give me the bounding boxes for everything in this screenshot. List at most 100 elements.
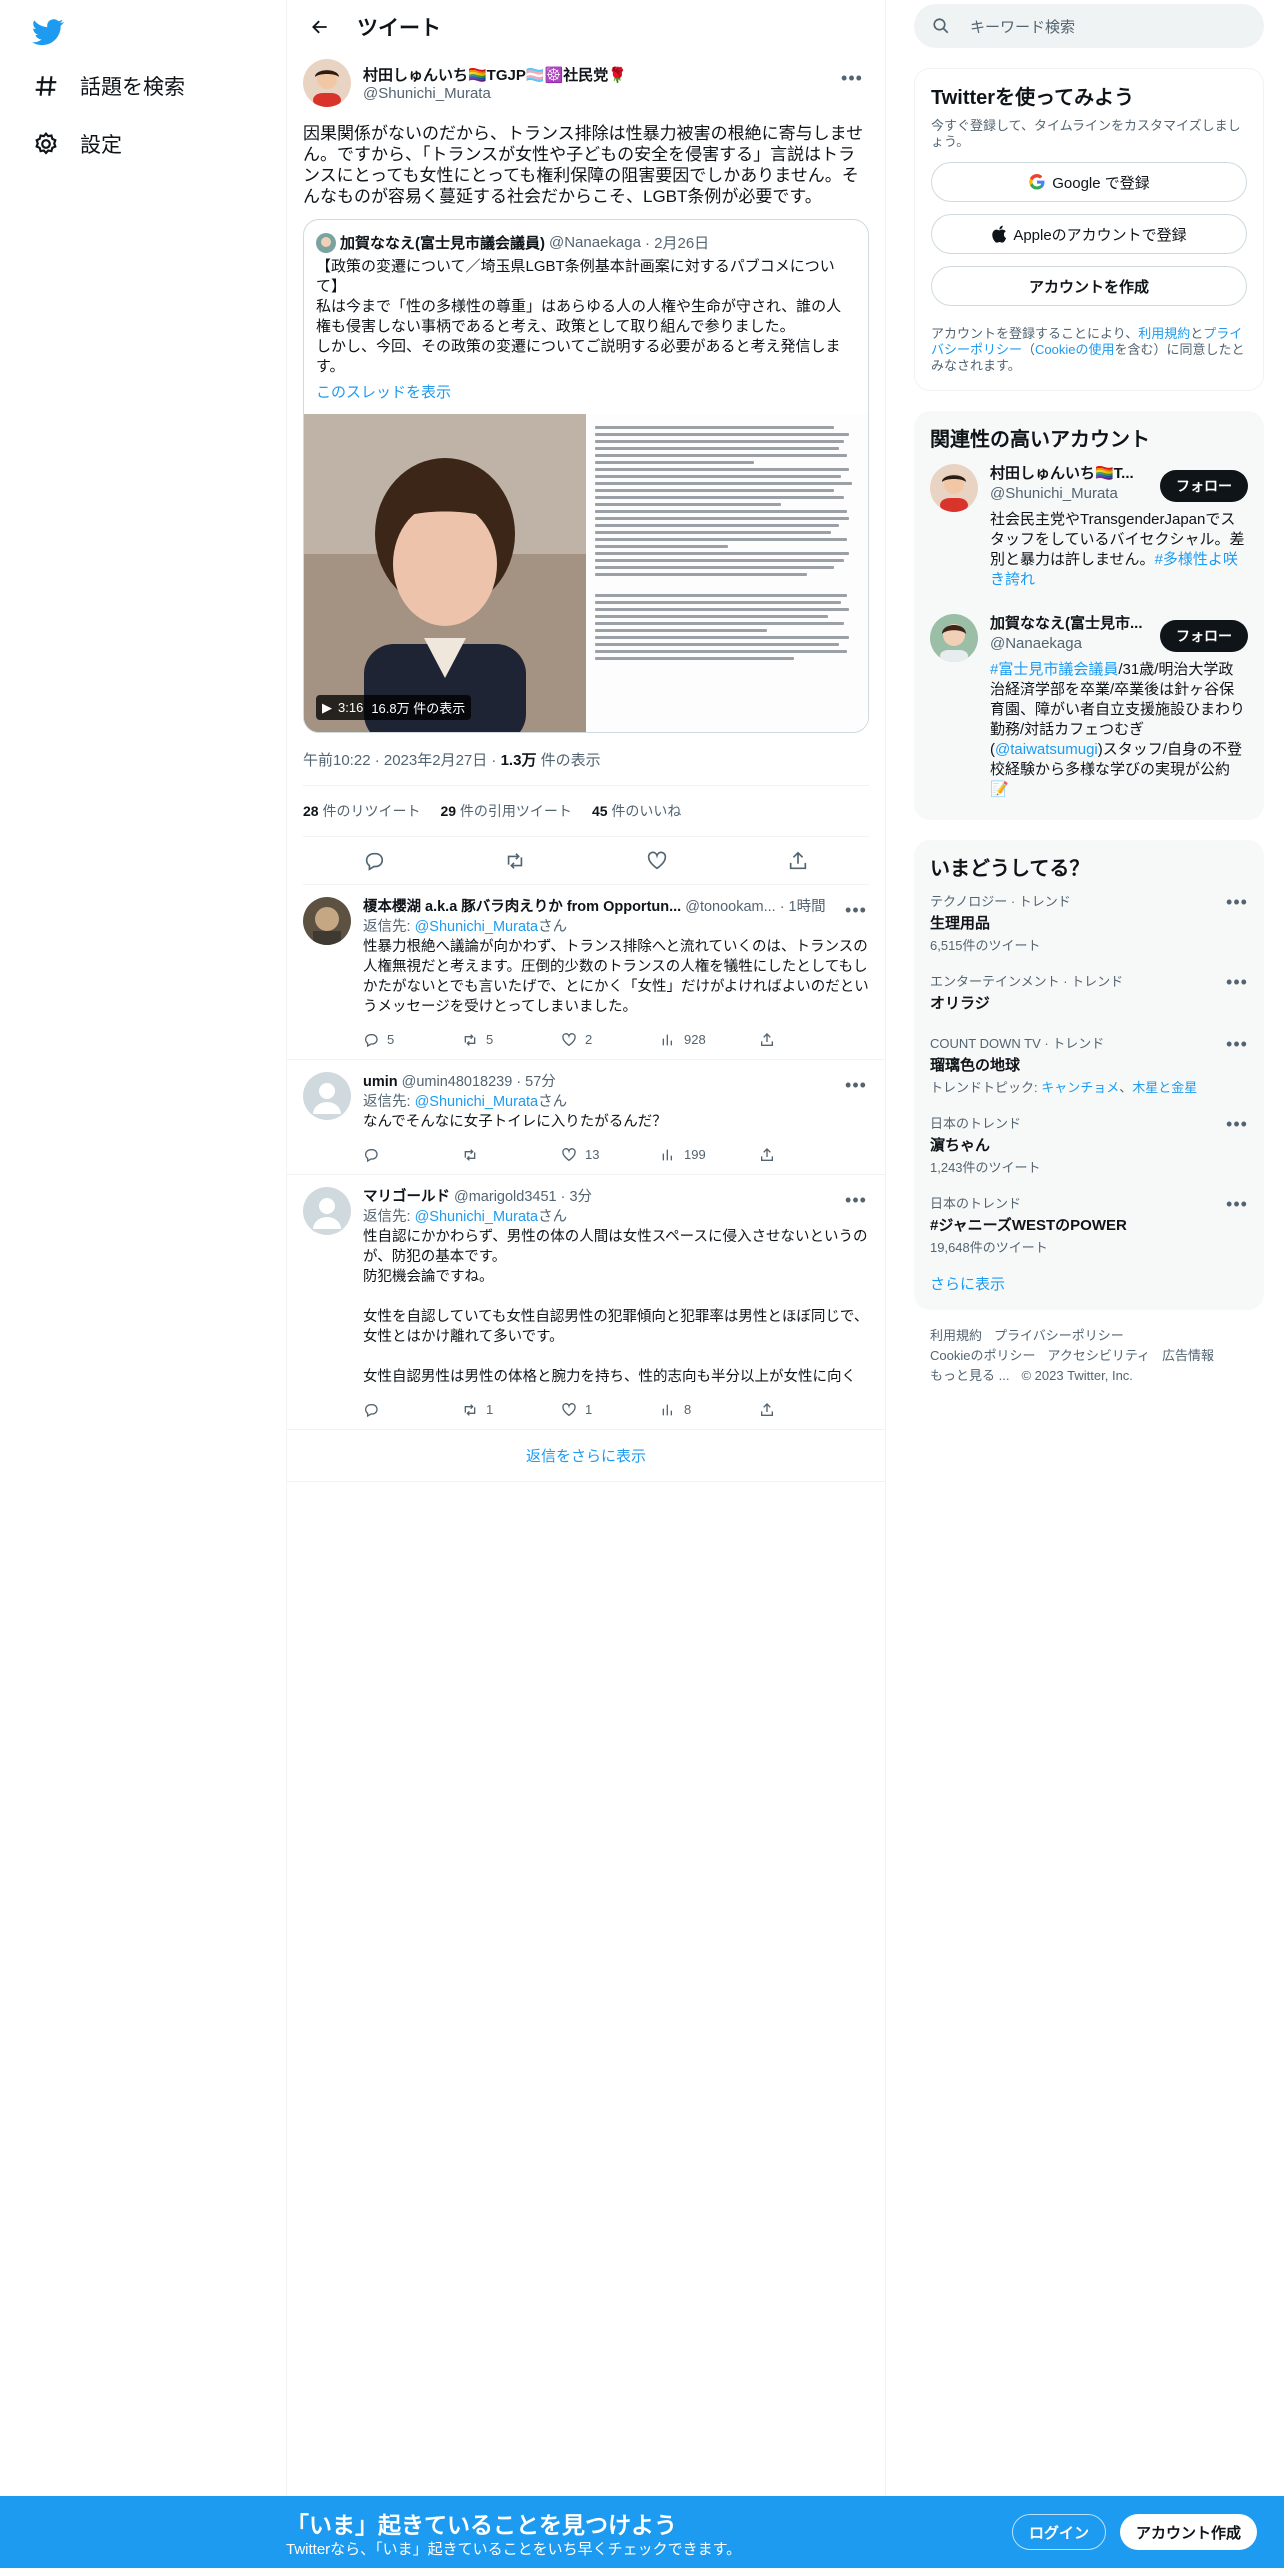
trend-item[interactable]: 日本のトレンド #ジャニーズWESTのPOWER 19,648件のツイート ••… <box>914 1183 1264 1263</box>
document-image[interactable] <box>586 414 868 732</box>
footer-accessibility-link[interactable]: アクセシビリティ <box>1047 1348 1150 1363</box>
video-thumbnail[interactable]: ▶ 3:16 16.8万 件の表示 <box>304 414 586 732</box>
reply-handle[interactable]: @umin48018239 <box>402 1072 513 1092</box>
reply-item[interactable]: umin @umin48018239 · 57分 返信先: @Shunichi_… <box>287 1060 885 1175</box>
quoted-tweet[interactable]: 加賀ななえ(富士見市議会議員) @Nanaekaga · 2月26日 【政策の変… <box>303 219 869 733</box>
more-options-icon[interactable]: ••• <box>839 1183 873 1217</box>
footer-cookie-link[interactable]: Cookieのポリシー <box>930 1348 1035 1363</box>
avatar[interactable] <box>930 614 978 662</box>
related-display-name[interactable]: 村田しゅんいち🏳️‍🌈T... <box>990 464 1150 484</box>
login-button[interactable]: ログイン <box>1012 2514 1107 2550</box>
reply-time[interactable]: · 3分 <box>561 1187 592 1207</box>
nav-explore[interactable]: 話題を検索 <box>32 66 185 106</box>
bottom-bar-subtitle: Twitterなら、「いま」起きていることをいち早くチェックできます。 <box>286 2541 742 2558</box>
more-options-icon[interactable]: ••• <box>1220 885 1254 919</box>
retweet-button[interactable]: 5 <box>462 1030 561 1050</box>
retweet-button[interactable] <box>462 1147 561 1163</box>
trend-item[interactable]: 日本のトレンド 濵ちゃん 1,243件のツイート ••• <box>914 1103 1264 1183</box>
quotes-stat[interactable]: 29 件の引用ツイート <box>440 801 571 821</box>
search-input[interactable]: キーワード検索 <box>914 4 1264 48</box>
author-handle[interactable]: @Shunichi_Murata <box>363 85 627 102</box>
follow-button[interactable]: フォロー <box>1160 620 1248 652</box>
footer-privacy-link[interactable]: プライバシーポリシー <box>994 1328 1124 1343</box>
reply-handle[interactable]: @tonookam... <box>685 897 775 917</box>
reply-handle[interactable]: @marigold3451 <box>454 1187 557 1207</box>
author-display-name[interactable]: 村田しゅんいち🏳️‍🌈TGJP🏳️‍⚧️☸️社民党🌹 <box>363 64 627 85</box>
more-options-icon[interactable]: ••• <box>1220 965 1254 999</box>
reply-button[interactable]: 5 <box>363 1030 462 1050</box>
related-display-name[interactable]: 加賀ななえ(富士見市... <box>990 614 1150 634</box>
reply-to-link[interactable]: @Shunichi_Murata <box>415 1209 539 1225</box>
footer-more-link[interactable]: もっと見る ... <box>930 1368 1009 1383</box>
reply-to-link[interactable]: @Shunichi_Murata <box>415 919 539 935</box>
like-button[interactable]: 13 <box>561 1145 660 1165</box>
trend-item[interactable]: エンターテインメント · トレンド オリラジ ••• <box>914 961 1264 1023</box>
like-button[interactable]: 1 <box>561 1400 660 1420</box>
avatar[interactable] <box>303 1072 351 1120</box>
quoted-tweet-header: 加賀ななえ(富士見市議会議員) @Nanaekaga · 2月26日 <box>304 220 868 253</box>
reply-item[interactable]: マリゴールド @marigold3451 · 3分 返信先: @Shunichi… <box>287 1175 885 1430</box>
avatar[interactable] <box>303 59 351 107</box>
trend-item[interactable]: テクノロジー · トレンド 生理用品 6,515件のツイート ••• <box>914 881 1264 961</box>
share-button[interactable] <box>759 1402 858 1418</box>
twitter-logo-icon[interactable] <box>32 16 64 48</box>
views-button[interactable]: 928 <box>660 1030 759 1050</box>
cookie-link[interactable]: Cookieの使用 <box>1035 342 1114 357</box>
related-account[interactable]: 村田しゅんいち🏳️‍🌈T... @Shunichi_Murata 社会民主党やT… <box>914 452 1264 602</box>
reply-display-name[interactable]: マリゴールド <box>363 1187 450 1207</box>
terms-link[interactable]: 利用規約 <box>1138 326 1190 341</box>
footer-terms-link[interactable]: 利用規約 <box>930 1328 982 1343</box>
tweet-stats: 28 件のリツイート 29 件の引用ツイート 45 件のいいね <box>303 785 869 837</box>
reply-to-link[interactable]: @Shunichi_Murata <box>415 1094 539 1110</box>
avatar[interactable] <box>303 1187 351 1235</box>
views-button[interactable]: 199 <box>660 1145 759 1165</box>
more-options-icon[interactable]: ••• <box>1220 1107 1254 1141</box>
more-options-icon[interactable]: ••• <box>839 1068 873 1102</box>
share-icon[interactable] <box>781 844 815 878</box>
reply-time[interactable]: · 57分 <box>516 1072 556 1092</box>
more-options-icon[interactable]: ••• <box>1220 1027 1254 1061</box>
page-title: ツイート <box>357 16 441 40</box>
show-thread-link[interactable]: このスレッドを表示 <box>304 377 868 414</box>
more-options-icon[interactable]: ••• <box>839 893 873 927</box>
copyright: © 2023 Twitter, Inc. <box>1021 1368 1133 1383</box>
trend-topic-link[interactable]: 木星と金星 <box>1132 1080 1197 1095</box>
more-options-icon[interactable]: ••• <box>835 61 869 95</box>
tweet-time[interactable]: 午前10:22 · 2023年2月27日 · <box>303 752 501 769</box>
reply-display-name[interactable]: 榎本櫻湖 a.k.a 豚バラ肉えりか from Opportun... <box>363 897 681 917</box>
more-options-icon[interactable]: ••• <box>1220 1187 1254 1221</box>
avatar[interactable] <box>303 897 351 945</box>
like-icon[interactable] <box>640 844 674 878</box>
hashtag-link[interactable]: #富士見市議会議員 <box>990 661 1118 678</box>
trends-panel: いまどうしてる？ テクノロジー · トレンド 生理用品 6,515件のツイート … <box>914 840 1264 1310</box>
follow-button[interactable]: フォロー <box>1160 470 1248 502</box>
views-button[interactable]: 8 <box>660 1400 759 1420</box>
avatar[interactable] <box>930 464 978 512</box>
related-account[interactable]: 加賀ななえ(富士見市... @Nanaekaga #富士見市議会議員/31歳/明… <box>914 602 1264 812</box>
likes-stat[interactable]: 45 件のいいね <box>592 801 681 821</box>
back-arrow-icon[interactable] <box>303 10 337 44</box>
retweet-button[interactable]: 1 <box>462 1400 561 1420</box>
trends-show-more-link[interactable]: さらに表示 <box>914 1263 1264 1310</box>
retweet-icon[interactable] <box>498 844 532 878</box>
google-signup-button[interactable]: Google で登録 <box>931 162 1247 202</box>
trend-item[interactable]: COUNT DOWN TV · トレンド 瑠璃色の地球 トレンドトピック: キャ… <box>914 1023 1264 1103</box>
apple-signup-button[interactable]: Appleのアカウントで登録 <box>931 214 1247 254</box>
like-button[interactable]: 2 <box>561 1030 660 1050</box>
reply-display-name[interactable]: umin <box>363 1072 398 1092</box>
trend-topic-link[interactable]: キャンチョメ <box>1041 1080 1119 1095</box>
retweets-stat[interactable]: 28 件のリツイート <box>303 801 420 821</box>
nav-settings[interactable]: 設定 <box>32 124 122 164</box>
create-account-button[interactable]: アカウントを作成 <box>931 266 1247 306</box>
mention-link[interactable]: @taiwatsumugi <box>995 741 1098 758</box>
reply-button[interactable] <box>363 1402 462 1418</box>
share-button[interactable] <box>759 1147 858 1163</box>
show-more-replies-button[interactable]: 返信をさらに表示 <box>287 1430 885 1482</box>
reply-button[interactable] <box>363 1147 462 1163</box>
reply-icon[interactable] <box>357 844 391 878</box>
signup-button[interactable]: アカウント作成 <box>1120 2514 1258 2550</box>
share-button[interactable] <box>759 1032 858 1048</box>
reply-item[interactable]: 榎本櫻湖 a.k.a 豚バラ肉えりか from Opportun... @ton… <box>287 885 885 1060</box>
footer-ads-link[interactable]: 広告情報 <box>1162 1348 1214 1363</box>
reply-time[interactable]: · 1時間 <box>780 897 826 917</box>
